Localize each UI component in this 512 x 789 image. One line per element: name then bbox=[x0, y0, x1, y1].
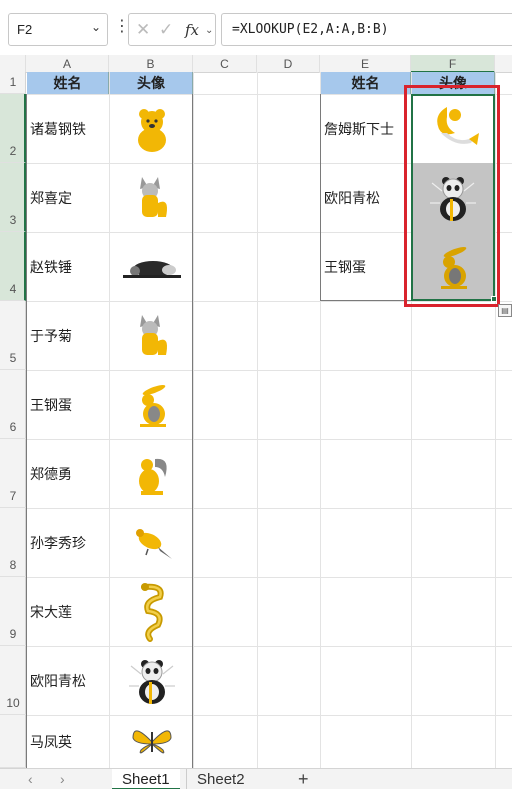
row-header-9[interactable]: 9 bbox=[0, 577, 26, 646]
row-number: 2 bbox=[9, 144, 17, 158]
row-number: 3 bbox=[9, 213, 17, 227]
row-header-6[interactable]: 6 bbox=[0, 370, 26, 439]
column-header-f[interactable]: F bbox=[411, 55, 495, 73]
source-name-cell[interactable]: 马凤英 bbox=[27, 715, 109, 768]
paste-options-icon[interactable]: ▤ bbox=[498, 304, 512, 317]
highlight-frame bbox=[404, 85, 500, 307]
scroll-right-icon[interactable]: › bbox=[60, 771, 65, 787]
row-header-5[interactable]: 5 bbox=[0, 301, 26, 370]
row-header-10[interactable]: 10 bbox=[0, 646, 26, 715]
panda-icon[interactable] bbox=[110, 646, 193, 715]
row-header-2[interactable]: 2 bbox=[0, 94, 26, 163]
source-name-cell[interactable]: 孙李秀珍 bbox=[27, 508, 109, 577]
column-header-b[interactable]: B bbox=[109, 55, 193, 73]
lookup-name-cell[interactable]: 詹姆斯下士 bbox=[321, 94, 411, 163]
squirrel-icon[interactable] bbox=[110, 439, 193, 508]
row-number: 10 bbox=[6, 696, 20, 710]
lookup-name-cell[interactable]: 王钢蛋 bbox=[321, 232, 411, 301]
gridline bbox=[193, 72, 194, 772]
spreadsheet-grid[interactable]: A B C D E F 1 2 3 4 5 6 7 8 9 10 姓名 头像 诸… bbox=[0, 0, 512, 789]
bear-icon[interactable] bbox=[110, 94, 193, 163]
row-number: 9 bbox=[9, 627, 17, 641]
row-headers: 1 2 3 4 5 6 7 8 9 10 bbox=[0, 72, 26, 768]
source-name-cell[interactable]: 于予菊 bbox=[27, 301, 109, 370]
source-name-cell[interactable]: 郑德勇 bbox=[27, 439, 109, 508]
scroll-left-icon[interactable]: ‹ bbox=[28, 771, 33, 787]
sheet-tab-bar: ‹ › Sheet1 Sheet2 + bbox=[0, 768, 512, 789]
add-sheet-button[interactable]: + bbox=[298, 769, 309, 789]
row-number: 1 bbox=[9, 75, 17, 89]
fox-icon[interactable] bbox=[110, 163, 193, 232]
lying-animal-icon[interactable] bbox=[110, 232, 193, 301]
row-header-4[interactable]: 4 bbox=[0, 232, 26, 301]
bird-icon[interactable] bbox=[110, 508, 193, 577]
lookup-header-name[interactable]: 姓名 bbox=[321, 72, 411, 94]
row-header-8[interactable]: 8 bbox=[0, 508, 26, 577]
rabbit-icon[interactable] bbox=[110, 370, 193, 439]
row-number: 4 bbox=[9, 282, 17, 296]
dragon-icon[interactable] bbox=[110, 577, 193, 646]
source-name-cell[interactable]: 赵铁锤 bbox=[27, 232, 109, 301]
source-header-name[interactable]: 姓名 bbox=[27, 72, 109, 94]
lookup-name-cell[interactable]: 欧阳青松 bbox=[321, 163, 411, 232]
source-name-cell[interactable]: 郑喜定 bbox=[27, 163, 109, 232]
tab-sheet2[interactable]: Sheet2 bbox=[186, 769, 255, 789]
column-header-d[interactable]: D bbox=[257, 55, 320, 73]
row-header-1[interactable]: 1 bbox=[0, 72, 26, 94]
column-header-a[interactable]: A bbox=[26, 55, 109, 73]
row-number: 6 bbox=[9, 420, 17, 434]
row-header-7[interactable]: 7 bbox=[0, 439, 26, 508]
source-name-cell[interactable]: 宋大莲 bbox=[27, 577, 109, 646]
source-name-cell[interactable]: 王钢蛋 bbox=[27, 370, 109, 439]
row-header-11[interactable] bbox=[0, 715, 26, 768]
row-number: 7 bbox=[9, 489, 17, 503]
row-number: 8 bbox=[9, 558, 17, 572]
source-name-cell[interactable]: 诸葛钢铁 bbox=[27, 94, 109, 163]
fox-icon[interactable] bbox=[110, 301, 193, 370]
source-name-cell[interactable]: 欧阳青松 bbox=[27, 646, 109, 715]
column-headers: A B C D E F bbox=[0, 55, 512, 73]
tab-sheet1[interactable]: Sheet1 bbox=[112, 769, 180, 789]
butterfly-icon[interactable] bbox=[110, 715, 193, 768]
select-all-corner[interactable] bbox=[0, 55, 26, 73]
column-header-e[interactable]: E bbox=[320, 55, 411, 73]
row-number: 5 bbox=[9, 351, 17, 365]
row-header-3[interactable]: 3 bbox=[0, 163, 26, 232]
column-header-c[interactable]: C bbox=[193, 55, 257, 73]
gridline bbox=[257, 72, 258, 772]
source-header-avatar[interactable]: 头像 bbox=[110, 72, 193, 94]
